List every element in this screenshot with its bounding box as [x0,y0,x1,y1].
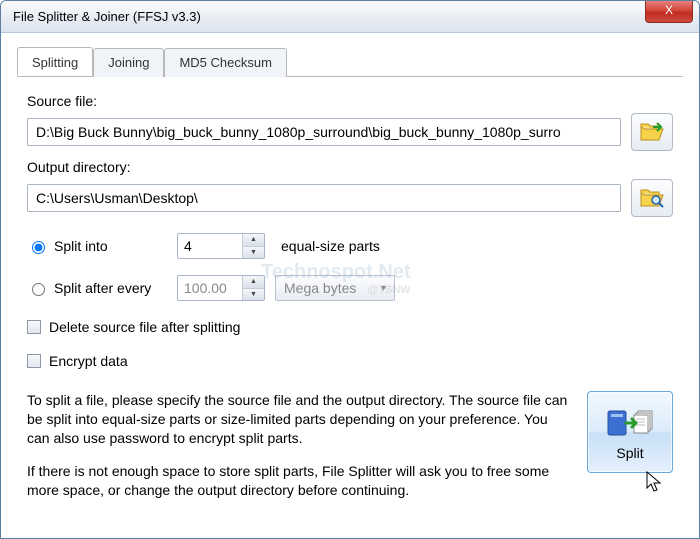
browse-output-button[interactable] [631,179,673,217]
app-window: File Splitter & Joiner (FFSJ v3.3) X Spl… [0,0,700,539]
tab-md5[interactable]: MD5 Checksum [164,48,286,77]
output-dir-label: Output directory: [27,159,673,175]
browse-source-button[interactable] [631,113,673,151]
titlebar: File Splitter & Joiner (FFSJ v3.3) X [1,1,699,33]
split-after-label: Split after every [54,280,151,296]
splitting-panel: Source file: Output directory: [17,77,683,523]
split-after-value[interactable] [178,276,242,300]
source-file-input[interactable] [27,118,621,146]
split-into-suffix: equal-size parts [281,238,380,254]
split-icon [606,403,654,441]
split-after-radio-input[interactable] [32,283,45,296]
tab-bar: Splitting Joining MD5 Checksum [17,47,683,77]
delete-source-label: Delete source file after splitting [49,319,240,335]
split-into-value[interactable] [178,234,242,258]
close-button[interactable]: X [645,1,693,23]
window-title: File Splitter & Joiner (FFSJ v3.3) [13,9,201,24]
split-after-radio[interactable]: Split after every [27,280,167,296]
tab-joining[interactable]: Joining [93,48,164,77]
help-paragraph-2: If there is not enough space to store sp… [27,462,571,500]
split-button-label: Split [616,445,643,461]
encrypt-label: Encrypt data [49,353,128,369]
spinner-down-icon[interactable]: ▼ [243,289,264,301]
delete-source-checkbox[interactable] [27,320,41,334]
content-area: Splitting Joining MD5 Checksum Source fi… [1,33,699,533]
help-paragraph-1: To split a file, please specify the sour… [27,391,571,448]
split-after-unit-value: Mega bytes [284,280,356,296]
output-dir-input[interactable] [27,184,621,212]
split-into-label: Split into [54,238,108,254]
split-after-spinner[interactable]: ▲ ▼ [177,275,265,301]
spinner-up-icon[interactable]: ▲ [243,234,264,247]
spinner-down-icon[interactable]: ▼ [243,247,264,259]
encrypt-checkbox[interactable] [27,354,41,368]
folder-open-icon [639,121,665,143]
spinner-up-icon[interactable]: ▲ [243,276,264,289]
tab-splitting[interactable]: Splitting [17,47,93,76]
split-into-radio-input[interactable] [32,241,45,254]
split-into-spinner[interactable]: ▲ ▼ [177,233,265,259]
folder-search-icon [639,187,665,209]
split-after-unit-select[interactable]: Mega bytes [275,275,395,301]
help-text: To split a file, please specify the sour… [27,391,571,513]
split-into-radio[interactable]: Split into [27,238,167,254]
split-button[interactable]: Split [587,391,673,473]
source-file-label: Source file: [27,93,673,109]
